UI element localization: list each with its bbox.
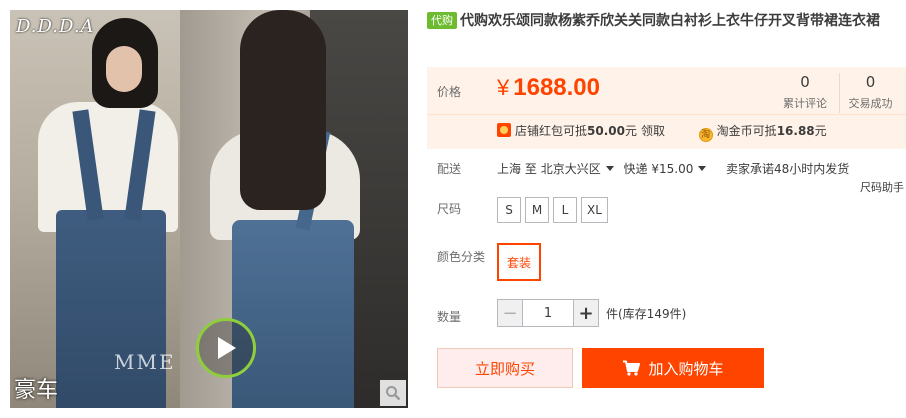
product-image-gallery[interactable]: D.D.D.A MME 豪车 — [10, 10, 408, 408]
coin-amount: 16.88 — [776, 124, 815, 138]
size-helper-link[interactable]: 尺码助手 — [860, 179, 904, 195]
quantity-label: 数量 — [437, 310, 462, 324]
play-icon — [218, 337, 236, 359]
coin-suffix: 元 — [814, 124, 827, 138]
price-value: ¥1688.00 — [497, 74, 600, 102]
buy-now-button[interactable]: 立即购买 — [437, 348, 573, 388]
review-count-stat[interactable]: 0 累计评论 — [774, 73, 836, 111]
delivery-row: 上海 至 北京大兴区 快递 ¥15.00 卖家承诺48小时内发货 — [497, 160, 849, 177]
size-option-m[interactable]: M — [525, 197, 549, 223]
delivery-destination-select[interactable]: 北京大兴区 — [541, 162, 620, 176]
cart-icon — [622, 360, 641, 376]
size-options: S M L XL — [497, 197, 608, 223]
sold-count-label: 交易成功 — [848, 97, 893, 110]
add-to-cart-label: 加入购物车 — [648, 359, 724, 378]
price-label: 价格 — [437, 85, 462, 99]
coin-prefix: 淘金币可抵 — [716, 124, 777, 138]
size-option-l[interactable]: L — [553, 197, 577, 223]
color-label: 颜色分类 — [437, 250, 486, 264]
product-title-row: 代购 代购欢乐颂同款杨紫乔欣关关同款白衬衫上衣牛仔开叉背带裙连衣裙 — [427, 10, 897, 32]
zoom-button[interactable] — [380, 380, 406, 406]
delivery-origin: 上海 — [497, 162, 522, 176]
red-packet-icon — [497, 123, 511, 137]
figure-left-face — [106, 46, 142, 92]
magnifier-icon — [386, 386, 401, 401]
product-title: 代购欢乐颂同款杨紫乔欣关关同款白衬衫上衣牛仔开叉背带裙连衣裙 — [460, 13, 880, 29]
sold-count-stat: 0 交易成功 — [839, 73, 901, 113]
promotion-row: 店铺红包可抵50.00元 领取 淘淘金币可抵16.88元 — [497, 122, 827, 142]
shipping-fee: 快递 ¥15.00 — [623, 162, 694, 176]
delivery-destination: 北京大兴区 — [540, 162, 601, 176]
currency-symbol: ¥ — [497, 75, 510, 100]
figure-right-hair — [240, 10, 326, 210]
quantity-input[interactable] — [523, 299, 573, 327]
price-divider — [427, 114, 906, 115]
chevron-down-icon — [605, 166, 614, 171]
claim-coupon-link[interactable]: 领取 — [641, 124, 665, 138]
shop-coupon-amount: 50.00 — [587, 124, 625, 138]
chevron-down-icon — [698, 166, 707, 171]
figure-right-skirt — [232, 220, 354, 408]
purchase-agent-badge: 代购 — [427, 12, 457, 29]
add-to-cart-button[interactable]: 加入购物车 — [582, 348, 764, 388]
sold-count: 0 — [865, 73, 876, 91]
review-count: 0 — [800, 73, 810, 91]
video-play-button[interactable] — [196, 318, 256, 378]
review-count-label: 累计评论 — [783, 97, 827, 110]
quantity-stepper: − + 件(库存149件) — [497, 299, 686, 327]
size-option-s[interactable]: S — [497, 197, 521, 223]
shop-coupon-prefix: 店铺红包可抵 — [515, 124, 588, 138]
shipping-promise: 卖家承诺48小时内发货 — [726, 162, 850, 176]
color-option-selected[interactable]: 套装 — [497, 243, 541, 281]
watermark-mid: MME — [114, 350, 176, 374]
figure-left-skirt — [56, 210, 166, 408]
delivery-label: 配送 — [437, 162, 462, 176]
price-panel: 价格 ¥1688.00 0 累计评论 0 交易成功 店铺红包可抵50.00元 领取… — [427, 67, 906, 149]
quantity-increase-button[interactable]: + — [573, 299, 599, 327]
stock-info: 件(库存149件) — [606, 306, 687, 321]
size-label: 尺码 — [437, 202, 462, 216]
quantity-decrease-button[interactable]: − — [497, 299, 523, 327]
shipping-method-select[interactable]: 快递 ¥15.00 — [624, 162, 713, 176]
delivery-to-word: 至 — [524, 162, 537, 176]
price-amount: 1688.00 — [513, 74, 601, 101]
shop-coupon-suffix: 元 — [624, 124, 637, 138]
watermark-bottom: 豪车 — [14, 378, 59, 403]
watermark-top: D.D.D.A — [16, 16, 95, 37]
taobao-coin-icon: 淘 — [698, 128, 713, 142]
size-option-xl[interactable]: XL — [581, 197, 608, 223]
